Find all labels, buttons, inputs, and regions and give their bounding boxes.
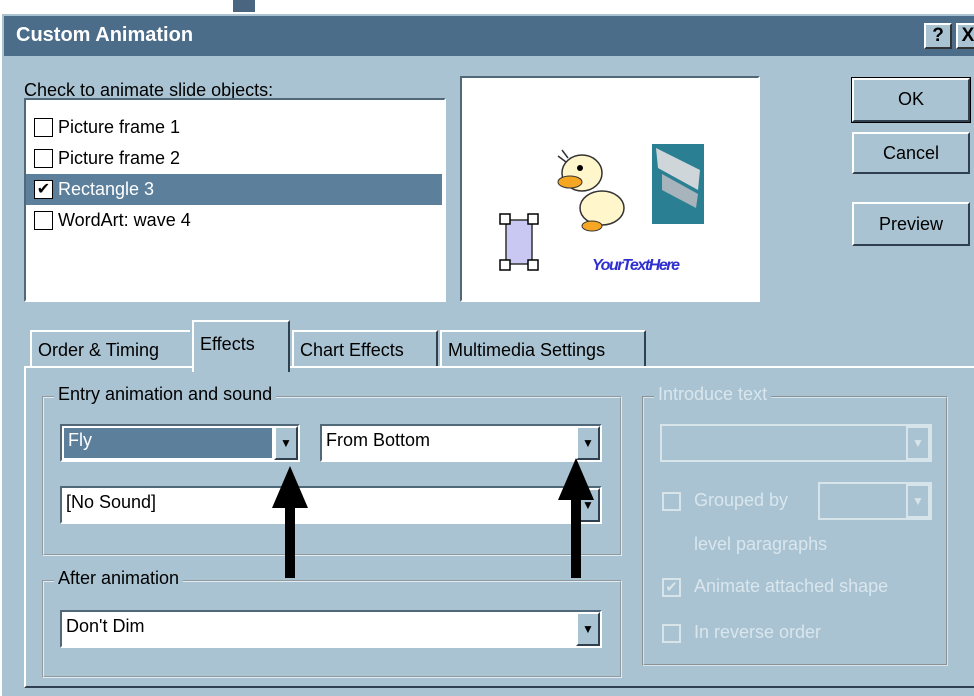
photo-clipart bbox=[652, 144, 704, 224]
tab-chart-effects[interactable]: Chart Effects bbox=[292, 330, 438, 366]
cancel-button[interactable]: Cancel bbox=[852, 132, 970, 174]
checkbox-icon[interactable] bbox=[34, 211, 53, 230]
ok-button[interactable]: OK bbox=[851, 77, 971, 123]
list-item-rectangle-3[interactable]: ✔ Rectangle 3 bbox=[26, 174, 442, 205]
window-title: Custom Animation bbox=[16, 24, 194, 46]
dropdown-arrow-icon[interactable]: ▼ bbox=[576, 426, 600, 460]
preview-button[interactable]: Preview bbox=[852, 202, 970, 246]
grouped-by-label: Grouped by bbox=[694, 490, 789, 510]
after-animation-title: After animation bbox=[54, 568, 184, 589]
introduce-text-title: Introduce text bbox=[654, 384, 772, 405]
dropdown-arrow-icon[interactable]: ▼ bbox=[274, 426, 298, 460]
dropdown-arrow-icon: ▼ bbox=[906, 426, 930, 460]
slide-preview-image: YourTextHere bbox=[499, 144, 704, 274]
sound-value: [No Sound] bbox=[66, 492, 157, 512]
dropdown-arrow-icon[interactable]: ▼ bbox=[576, 612, 600, 646]
dropdown-arrow-icon: ▼ bbox=[906, 484, 930, 518]
title-bar: Custom Animation ? X bbox=[4, 16, 974, 56]
checkbox-icon[interactable] bbox=[34, 118, 53, 137]
list-item-label: Rectangle 3 bbox=[58, 179, 155, 199]
level-paragraphs-label: level paragraphs bbox=[694, 534, 828, 554]
list-item-picture-frame-2[interactable]: Picture frame 2 bbox=[26, 143, 442, 174]
introduce-text-dropdown: ▼ bbox=[660, 424, 932, 462]
list-item-wordart-wave-4[interactable]: WordArt: wave 4 bbox=[26, 205, 442, 236]
checked-checkbox-icon[interactable]: ✔ bbox=[34, 180, 53, 199]
selected-rectangle bbox=[499, 213, 539, 271]
after-animation-dropdown[interactable]: Don't Dim ▼ bbox=[60, 610, 602, 648]
duck-clipart bbox=[557, 149, 625, 232]
grouped-by-checkbox bbox=[662, 492, 681, 511]
entry-animation-title: Entry animation and sound bbox=[54, 384, 277, 405]
slide-objects-list[interactable]: Picture frame 1 Picture frame 2 ✔ Rectan… bbox=[24, 98, 446, 302]
effect-dropdown[interactable]: Fly ▼ bbox=[60, 424, 300, 462]
after-animation-value: Don't Dim bbox=[66, 616, 145, 636]
entry-animation-group: Entry animation and sound bbox=[42, 384, 622, 556]
wordart-text: YourTextHere bbox=[592, 257, 680, 274]
reverse-order-label: In reverse order bbox=[694, 622, 822, 642]
tab-effects[interactable]: Effects bbox=[192, 320, 290, 372]
slide-preview: YourTextHere bbox=[460, 76, 760, 302]
list-item-label: WordArt: wave 4 bbox=[58, 210, 191, 230]
reverse-order-checkbox bbox=[662, 624, 681, 643]
animate-attached-checkbox: ✔ bbox=[662, 578, 681, 597]
effect-value: Fly bbox=[64, 428, 272, 458]
list-item-label: Picture frame 1 bbox=[58, 117, 181, 137]
direction-dropdown[interactable]: From Bottom ▼ bbox=[320, 424, 602, 462]
tab-order-timing[interactable]: Order & Timing bbox=[30, 330, 190, 366]
help-button[interactable]: ? bbox=[924, 23, 952, 49]
grouped-level-dropdown: ▼ bbox=[818, 482, 932, 520]
list-item-label: Picture frame 2 bbox=[58, 148, 181, 168]
close-button[interactable]: X bbox=[956, 23, 974, 49]
animate-attached-label: Animate attached shape bbox=[694, 576, 889, 596]
list-item-picture-frame-1[interactable]: Picture frame 1 bbox=[26, 112, 442, 143]
sound-dropdown[interactable]: [No Sound] ▼ bbox=[60, 486, 602, 524]
checkbox-icon[interactable] bbox=[34, 149, 53, 168]
tab-multimedia-settings[interactable]: Multimedia Settings bbox=[440, 330, 646, 366]
direction-value: From Bottom bbox=[326, 430, 431, 450]
